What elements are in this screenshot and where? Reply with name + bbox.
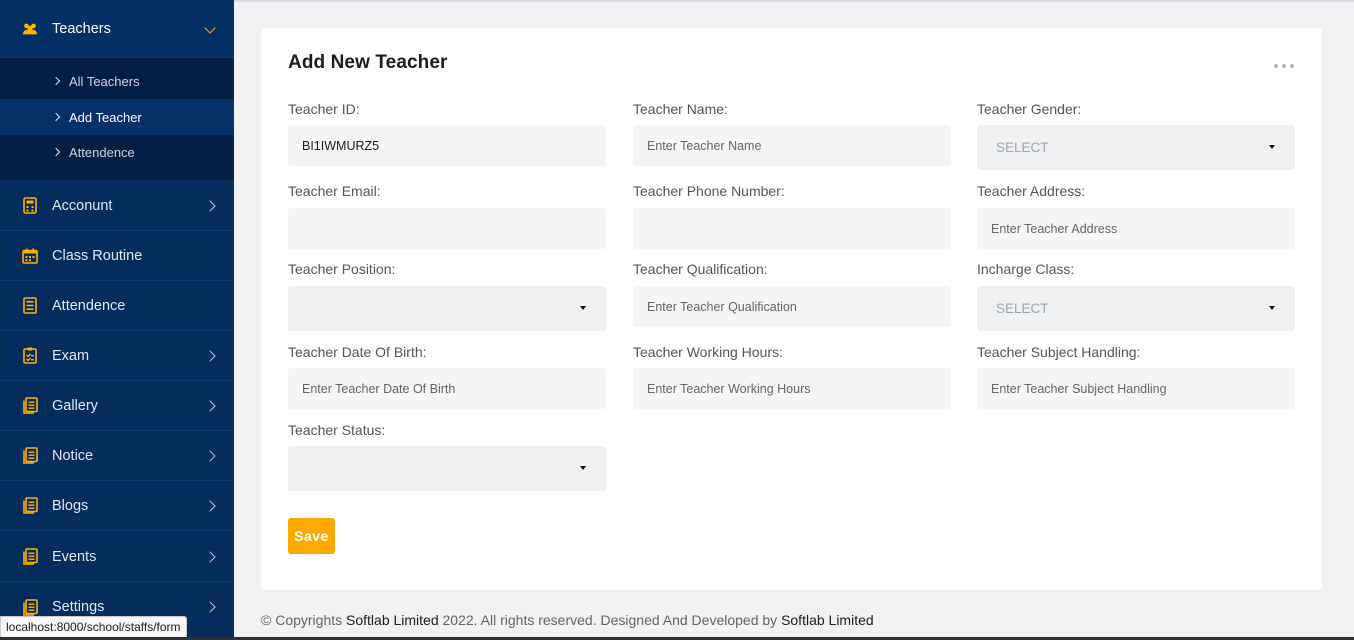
sidebar-item-events[interactable]: Events bbox=[0, 532, 234, 582]
teacher-position-label: Teacher Position: bbox=[288, 261, 396, 277]
teacher-dob-input[interactable]: Enter Teacher Date Of Birth bbox=[288, 368, 606, 409]
submenu-item-label: Attendence bbox=[69, 144, 135, 160]
chevron-right-icon bbox=[51, 112, 61, 122]
chevron-right-icon bbox=[204, 550, 216, 563]
sidebar-item-gallery[interactable]: Gallery bbox=[0, 381, 234, 431]
sidebar-item-label: Events bbox=[52, 548, 97, 565]
sidebar-item-label: Settings bbox=[52, 599, 105, 615]
sidebar-item-notice[interactable]: Notice bbox=[0, 431, 234, 481]
sidebar-item-exam[interactable]: Exam bbox=[0, 331, 234, 381]
teacher-id-input[interactable]: BI1IWMURZ5 bbox=[288, 125, 606, 166]
document-icon bbox=[22, 497, 38, 515]
teachers-submenu: All Teachers Add Teacher Attendence bbox=[0, 58, 234, 180]
caret-down-icon bbox=[1269, 145, 1275, 149]
sidebar: Teachers All Teachers Add Teacher Attend… bbox=[0, 0, 234, 640]
document-icon bbox=[22, 447, 38, 465]
teacher-id-label: Teacher ID: bbox=[288, 101, 360, 117]
sidebar-item-blogs[interactable]: Blogs bbox=[0, 481, 234, 531]
chevron-right-icon bbox=[51, 147, 61, 157]
teacher-address-label: Teacher Address: bbox=[977, 183, 1086, 199]
users-icon bbox=[22, 20, 38, 38]
chevron-right-icon bbox=[204, 199, 216, 212]
teacher-name-input[interactable]: Enter Teacher Name bbox=[633, 125, 951, 166]
caret-down-icon bbox=[580, 466, 586, 470]
clipboard-icon bbox=[22, 347, 38, 365]
sidebar-item-label: Teachers bbox=[52, 20, 111, 37]
teacher-phone-label: Teacher Phone Number: bbox=[633, 183, 785, 199]
teacher-name-label: Teacher Name: bbox=[633, 101, 728, 117]
sidebar-item-label: Acconunt bbox=[52, 197, 113, 214]
chevron-right-icon bbox=[204, 601, 216, 613]
teacher-qualification-label: Teacher Qualification: bbox=[633, 261, 768, 277]
chevron-right-icon bbox=[204, 449, 216, 462]
teacher-gender-select[interactable]: SELECT bbox=[977, 125, 1295, 170]
teacher-gender-label: Teacher Gender: bbox=[977, 101, 1082, 117]
caret-down-icon bbox=[1269, 306, 1275, 310]
footer-middle: 2022. All rights reserved. Designed And … bbox=[438, 612, 782, 628]
save-button[interactable]: Save bbox=[288, 518, 335, 554]
teacher-status-label: Teacher Status: bbox=[288, 422, 386, 438]
sidebar-item-label: Notice bbox=[52, 447, 94, 464]
calendar-icon bbox=[22, 247, 38, 265]
sidebar-item-attendence[interactable]: Attendence bbox=[0, 281, 234, 331]
teacher-gender-value: SELECT bbox=[996, 140, 1049, 155]
footer: © Copyrights Softlab Limited 2022. All r… bbox=[261, 612, 874, 628]
submenu-item-label: Add Teacher bbox=[69, 109, 142, 125]
sidebar-item-label: Blogs bbox=[52, 497, 89, 514]
footer-prefix: © Copyrights bbox=[261, 612, 347, 628]
teacher-subject-input[interactable]: Enter Teacher Subject Handling bbox=[977, 368, 1295, 409]
teacher-status-select[interactable] bbox=[288, 446, 606, 491]
document-icon bbox=[22, 598, 38, 616]
teacher-email-label: Teacher Email: bbox=[288, 183, 381, 199]
more-options-icon[interactable] bbox=[1274, 64, 1294, 68]
sidebar-item-account[interactable]: Acconunt bbox=[0, 181, 234, 231]
submenu-item-add-teacher[interactable]: Add Teacher bbox=[0, 99, 234, 135]
incharge-class-label: Incharge Class: bbox=[977, 261, 1075, 277]
incharge-class-value: SELECT bbox=[996, 301, 1049, 316]
teacher-address-input[interactable]: Enter Teacher Address bbox=[977, 208, 1295, 249]
sidebar-item-label: Class Routine bbox=[52, 247, 143, 264]
sidebar-item-label: Attendence bbox=[52, 297, 126, 314]
sidebar-item-label: Exam bbox=[52, 347, 90, 364]
teacher-qualification-input[interactable]: Enter Teacher Qualification bbox=[633, 286, 951, 327]
teacher-dob-label: Teacher Date Of Birth: bbox=[288, 344, 427, 360]
top-border bbox=[234, 0, 1354, 2]
sidebar-item-class-routine[interactable]: Class Routine bbox=[0, 231, 234, 281]
chevron-right-icon bbox=[51, 76, 61, 86]
chevron-down-icon bbox=[204, 22, 216, 34]
teacher-position-select[interactable] bbox=[288, 286, 606, 331]
submenu-item-all-teachers[interactable]: All Teachers bbox=[0, 63, 234, 99]
sidebar-item-label: Gallery bbox=[52, 397, 98, 414]
teacher-phone-input[interactable] bbox=[633, 208, 951, 249]
teacher-subject-label: Teacher Subject Handling: bbox=[977, 344, 1141, 360]
caret-down-icon bbox=[580, 306, 586, 310]
add-teacher-card: Add New Teacher Teacher ID: BI1IWMURZ5 T… bbox=[261, 28, 1322, 590]
browser-status-url: localhost:8000/school/staffs/form bbox=[0, 616, 187, 638]
chevron-right-icon bbox=[204, 399, 216, 412]
chevron-right-icon bbox=[204, 349, 216, 362]
checklist-icon bbox=[22, 297, 38, 315]
incharge-class-select[interactable]: SELECT bbox=[977, 286, 1295, 331]
submenu-item-attendence[interactable]: Attendence bbox=[0, 134, 234, 170]
submenu-item-label: All Teachers bbox=[69, 73, 140, 89]
document-icon bbox=[22, 397, 38, 415]
footer-developer-link[interactable]: Softlab Limited bbox=[781, 612, 874, 628]
teacher-email-input[interactable] bbox=[288, 208, 606, 249]
teacher-hours-input[interactable]: Enter Teacher Working Hours bbox=[633, 368, 951, 409]
footer-brand-link[interactable]: Softlab Limited bbox=[346, 612, 439, 628]
sidebar-item-teachers[interactable]: Teachers bbox=[0, 0, 234, 58]
calculator-icon bbox=[22, 197, 38, 215]
document-icon bbox=[22, 548, 38, 566]
teacher-hours-label: Teacher Working Hours: bbox=[633, 344, 783, 360]
page-title: Add New Teacher bbox=[288, 52, 448, 73]
chevron-right-icon bbox=[204, 499, 216, 512]
